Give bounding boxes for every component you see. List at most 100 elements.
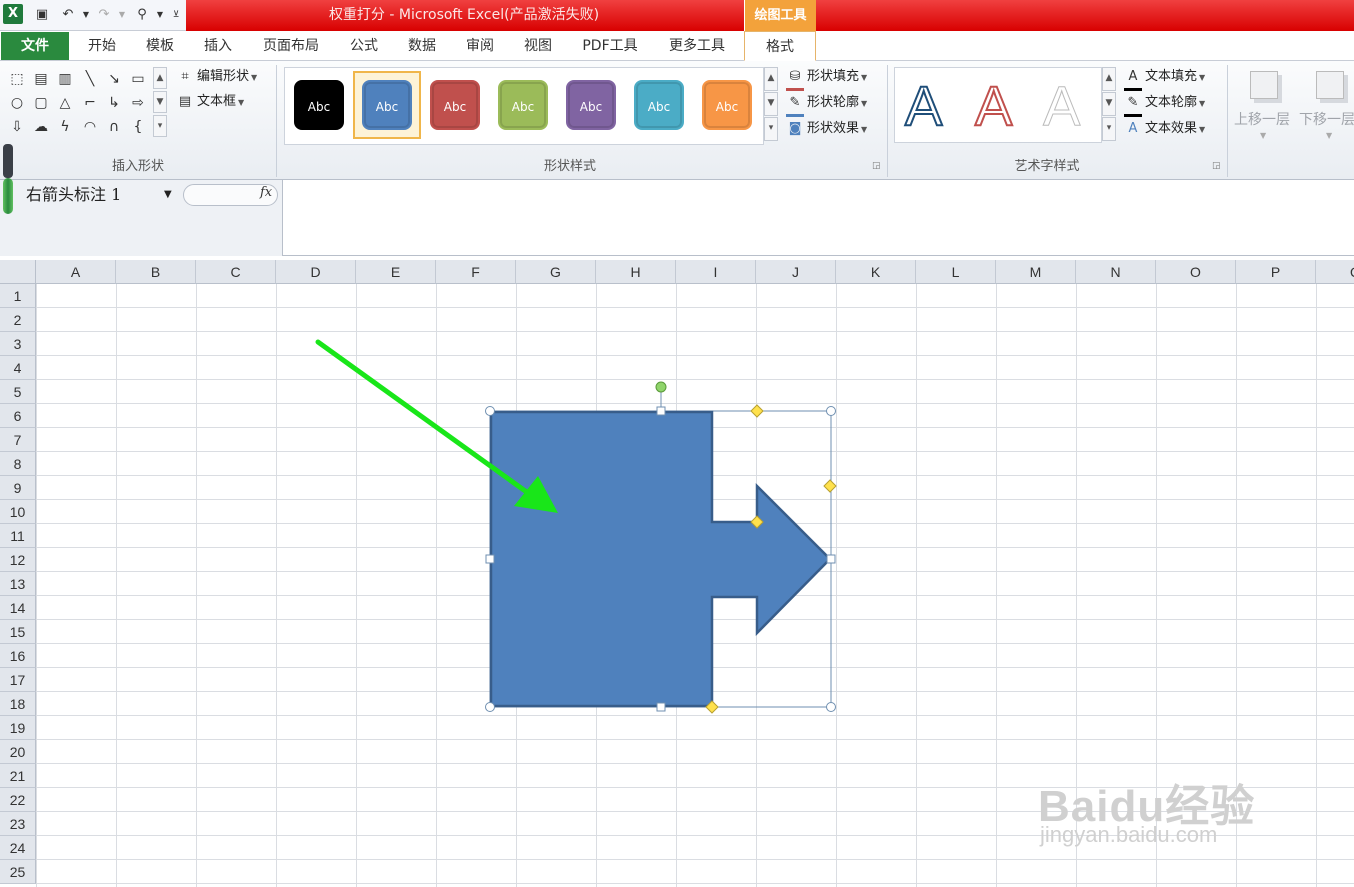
wordart-style-red[interactable]: A <box>974 72 1013 140</box>
send-backward-icon[interactable] <box>1316 71 1344 99</box>
wordart-launcher-icon[interactable]: ◲ <box>1212 161 1221 171</box>
right-arrow-shape-icon[interactable]: ⇨ <box>128 93 148 113</box>
draw-textbox-shape-icon[interactable]: ⬚ <box>7 69 27 89</box>
row-header[interactable]: 6 <box>0 404 36 428</box>
column-header[interactable]: K <box>836 260 916 284</box>
name-box[interactable]: 右箭头标注 1 <box>20 183 180 207</box>
redo-icon[interactable]: ↷ <box>94 5 114 25</box>
column-header[interactable]: F <box>436 260 516 284</box>
shapes-scroll-up-icon[interactable]: ▲ <box>153 67 167 89</box>
bring-forward-button[interactable]: 上移一层 <box>1234 109 1290 129</box>
text-effects-button[interactable]: A 文本效果 ▼ <box>1124 118 1206 140</box>
rectangle-shape-icon[interactable]: ▭ <box>128 69 148 89</box>
wordart-scroll-up-icon[interactable]: ▲ <box>1102 67 1116 91</box>
oval-shape-icon[interactable]: ○ <box>7 93 27 113</box>
column-header[interactable]: A <box>36 260 116 284</box>
formula-input[interactable] <box>284 180 1354 256</box>
shapes-scroll-down-icon[interactable]: ▼ <box>153 91 167 113</box>
shape-fill-button[interactable]: ⛁ 形状填充 ▼ <box>786 66 867 91</box>
row-header[interactable]: 5 <box>0 380 36 404</box>
tab-data[interactable]: 数据 <box>396 31 448 61</box>
row-header[interactable]: 1 <box>0 284 36 308</box>
row-header[interactable]: 23 <box>0 812 36 836</box>
column-header[interactable]: J <box>756 260 836 284</box>
column-header[interactable]: E <box>356 260 436 284</box>
rounded-rectangle-shape-icon[interactable]: ▢ <box>31 93 51 113</box>
bring-forward-icon[interactable] <box>1250 71 1278 99</box>
select-all-corner[interactable] <box>0 260 36 284</box>
shapes-more-icon[interactable]: ▾ <box>153 115 167 137</box>
styles-scroll-down-icon[interactable]: ▼ <box>764 92 778 116</box>
tab-home[interactable]: 开始 <box>76 31 128 61</box>
tab-page-layout[interactable]: 页面布局 <box>252 31 330 61</box>
row-header[interactable]: 16 <box>0 644 36 668</box>
row-header[interactable]: 10 <box>0 500 36 524</box>
customize-qat-icon[interactable]: ⊻ <box>166 5 186 25</box>
row-header[interactable]: 3 <box>0 332 36 356</box>
shape-style-swatch[interactable]: Abc <box>566 80 616 130</box>
tab-file[interactable]: 文件 <box>1 32 69 60</box>
row-header[interactable]: 8 <box>0 452 36 476</box>
wordart-more-icon[interactable]: ▾ <box>1102 117 1116 141</box>
row-header[interactable]: 24 <box>0 836 36 860</box>
wordart-style-blue[interactable]: A <box>904 72 943 140</box>
tab-templates[interactable]: 模板 <box>134 31 186 61</box>
tab-formulas[interactable]: 公式 <box>338 31 390 61</box>
column-header[interactable]: B <box>116 260 196 284</box>
redo-dropdown-icon[interactable]: ▼ <box>112 5 132 25</box>
elbow-arrow-connector-shape-icon[interactable]: ↳ <box>104 93 124 113</box>
row-header[interactable]: 7 <box>0 428 36 452</box>
column-header[interactable]: G <box>516 260 596 284</box>
freeform-shape-icon[interactable]: ☁ <box>31 117 51 137</box>
down-arrow-shape-icon[interactable]: ⇩ <box>7 117 27 137</box>
send-backward-button[interactable]: 下移一层 <box>1299 109 1354 129</box>
shape-style-swatch[interactable]: Abc <box>362 80 412 130</box>
wordart-style-white[interactable]: A <box>1042 72 1080 140</box>
tab-view[interactable]: 视图 <box>512 31 564 61</box>
column-header[interactable]: C <box>196 260 276 284</box>
column-header[interactable]: O <box>1156 260 1236 284</box>
shape-style-swatch[interactable]: Abc <box>430 80 480 130</box>
row-header[interactable]: 2 <box>0 308 36 332</box>
row-header[interactable]: 20 <box>0 740 36 764</box>
tab-format[interactable]: 格式 <box>744 31 816 61</box>
tab-insert[interactable]: 插入 <box>192 31 244 61</box>
row-header[interactable]: 9 <box>0 476 36 500</box>
column-header[interactable]: I <box>676 260 756 284</box>
column-header[interactable]: P <box>1236 260 1316 284</box>
lightning-shape-icon[interactable]: ϟ <box>55 117 75 137</box>
panel-resize-knob[interactable] <box>3 178 13 214</box>
name-box-dropdown-icon[interactable]: ▼ <box>164 183 178 207</box>
shape-styles-launcher-icon[interactable]: ◲ <box>872 161 881 171</box>
shape-effects-button[interactable]: ◙ 形状效果 ▼ <box>786 118 867 140</box>
tab-review[interactable]: 审阅 <box>454 31 506 61</box>
row-header[interactable]: 4 <box>0 356 36 380</box>
line-shape-icon[interactable]: ╲ <box>80 69 100 89</box>
triangle-shape-icon[interactable]: △ <box>55 93 75 113</box>
row-header[interactable]: 15 <box>0 620 36 644</box>
column-header[interactable]: L <box>916 260 996 284</box>
tab-pdf-tools[interactable]: PDF工具 <box>572 31 648 61</box>
text-fill-button[interactable]: A 文本填充 ▼ <box>1124 66 1205 91</box>
shape-style-swatch[interactable]: Abc <box>702 80 752 130</box>
find-binoculars-icon[interactable]: ⚲ <box>132 5 152 25</box>
row-header[interactable]: 25 <box>0 860 36 884</box>
shape-style-swatch[interactable]: Abc <box>294 80 344 130</box>
row-header[interactable]: 17 <box>0 668 36 692</box>
row-header[interactable]: 11 <box>0 524 36 548</box>
insert-function-icon[interactable]: fx <box>260 185 272 200</box>
text-outline-button[interactable]: ✎ 文本轮廓 ▼ <box>1124 92 1205 117</box>
column-header[interactable]: D <box>276 260 356 284</box>
save-icon[interactable]: ▣ <box>32 5 52 25</box>
row-header[interactable]: 18 <box>0 692 36 716</box>
row-header[interactable]: 12 <box>0 548 36 572</box>
edit-shape-button[interactable]: ⌗ 编辑形状 ▼ <box>176 66 257 88</box>
undo-dropdown-icon[interactable]: ▼ <box>76 5 96 25</box>
vertical-textbox-shape-icon[interactable]: ▥ <box>55 69 75 89</box>
undo-icon[interactable]: ↶ <box>58 5 78 25</box>
tab-more-tools[interactable]: 更多工具 <box>658 31 736 61</box>
row-header[interactable]: 19 <box>0 716 36 740</box>
wordart-scroll-down-icon[interactable]: ▼ <box>1102 92 1116 116</box>
row-header[interactable]: 13 <box>0 572 36 596</box>
shape-style-swatch[interactable]: Abc <box>498 80 548 130</box>
